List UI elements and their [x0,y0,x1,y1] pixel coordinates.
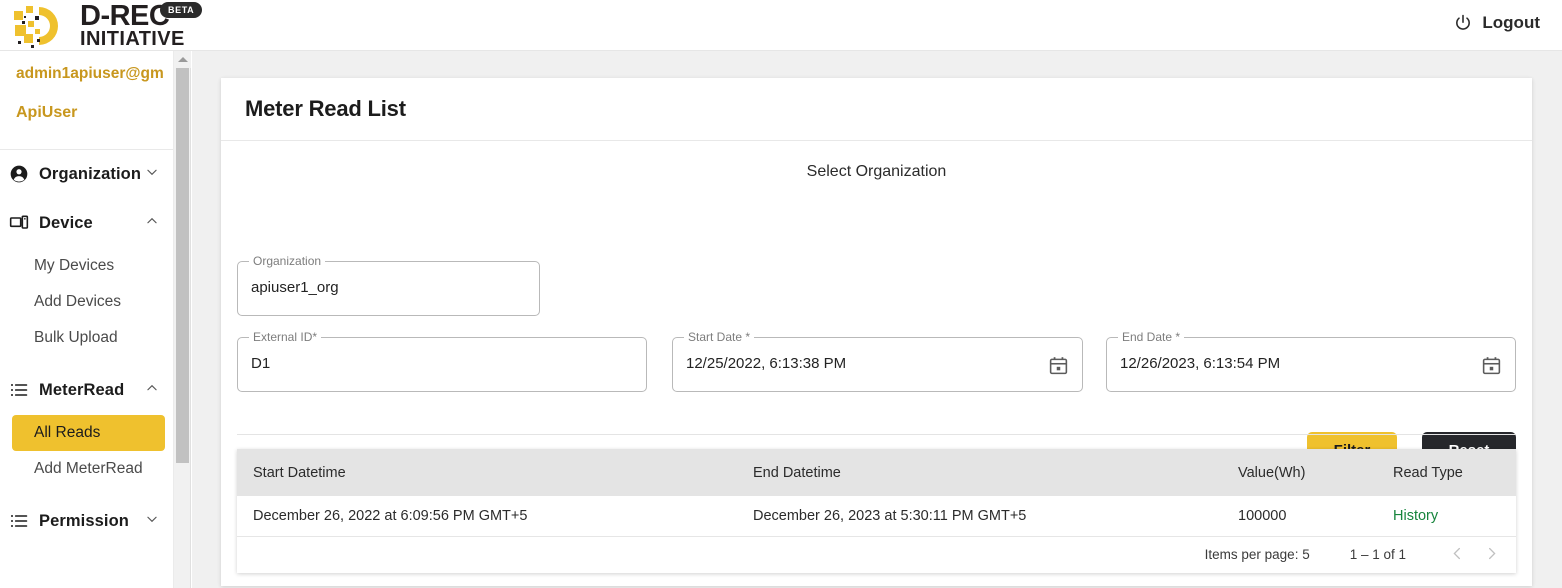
chevron-down-icon [145,512,159,531]
logout-label: Logout [1482,13,1540,32]
external-id-value: D1 [251,355,271,372]
column-header-read-type[interactable]: Read Type [1377,449,1516,496]
user-name: ApiUser [16,103,78,121]
sidebar-group-label-permission: Permission [39,511,129,530]
chevron-down-icon [145,165,159,184]
sidebar-scrollbar[interactable] [174,51,191,588]
next-page-button[interactable] [1474,538,1508,572]
user-email: admin1apiuser@gm [16,65,164,82]
paginator: Items per page: 5 1 – 1 of 1 [1205,536,1508,573]
logout-button[interactable]: Logout [1453,13,1540,33]
triangle-up-icon [177,57,188,62]
drec-logo-icon [12,3,74,49]
account-circle-icon [8,163,30,185]
column-header-end-datetime[interactable]: End Datetime [737,449,1222,496]
organization-field[interactable]: Organization apiuser1_org [237,254,540,316]
start-date-label: Start Date * [684,330,755,344]
beta-badge: BETA [160,2,203,18]
sidebar-group-organization[interactable]: Organization [0,150,173,199]
meter-read-table-card: Start Datetime End Datetime Value(Wh) Re… [237,449,1516,573]
start-date-value: 12/25/2022, 6:13:38 PM [686,355,847,372]
sidebar-group-label-device: Device [39,213,93,232]
end-date-label: End Date * [1118,330,1185,344]
sidebar-item-bulk-upload[interactable]: Bulk Upload [12,320,165,356]
chevron-right-icon [1484,546,1499,564]
chevron-up-icon [145,214,159,233]
brand-logo[interactable]: D-REC INITIATIVE [12,2,185,49]
cell-end-datetime: December 26, 2023 at 5:30:11 PM GMT+5 [737,496,1222,537]
external-id-label: External ID* [249,330,322,344]
chevron-left-icon [1450,546,1465,564]
main-content: Meter Read List Select Organization Orga… [192,51,1562,588]
power-icon [1453,13,1473,33]
brand-name-secondary: INITIATIVE [80,28,185,50]
end-date-value: 12/26/2023, 6:13:54 PM [1120,355,1281,372]
items-per-page-label[interactable]: Items per page: 5 [1205,547,1310,562]
start-date-field[interactable]: Start Date * 12/25/2022, 6:13:38 PM [672,330,1083,392]
sidebar: admin1apiuser@gm ApiUser Organization De… [0,51,174,588]
page-range-label: 1 – 1 of 1 [1349,547,1406,562]
previous-page-button[interactable] [1440,538,1474,572]
sidebar-item-my-devices[interactable]: My Devices [12,248,165,284]
meter-read-table: Start Datetime End Datetime Value(Wh) Re… [237,449,1516,537]
sidebar-item-all-reads[interactable]: All Reads [12,414,165,451]
sidebar-group-meterread[interactable]: MeterRead [0,366,173,415]
list-icon [8,510,30,532]
column-header-start-datetime[interactable]: Start Datetime [237,449,737,496]
cell-read-type: History [1377,496,1516,537]
sidebar-group-label-organization: Organization [39,164,142,183]
organization-value: apiuser1_org [251,279,339,296]
sidebar-item-add-devices[interactable]: Add Devices [12,284,165,320]
sidebar-group-device[interactable]: Device [0,199,173,248]
scrollbar-thumb[interactable] [176,68,189,463]
select-organization-label: Select Organization [806,163,947,180]
sidebar-item-add-meterread[interactable]: Add MeterRead [12,451,165,487]
sidebar-group-label-meterread: MeterRead [39,380,125,399]
organization-label: Organization [249,254,326,268]
sidebar-group-permission[interactable]: Permission [0,497,173,546]
meter-read-card: Meter Read List Select Organization Orga… [221,78,1532,586]
calendar-icon[interactable] [1481,355,1502,376]
list-icon [8,379,30,401]
external-id-field[interactable]: External ID* D1 [237,330,647,392]
calendar-icon[interactable] [1048,355,1069,376]
card-header: Meter Read List [221,78,1532,141]
device-icon [8,212,30,234]
sidebar-user-block: admin1apiuser@gm ApiUser [0,51,173,122]
table-row[interactable]: December 26, 2022 at 6:09:56 PM GMT+5 De… [237,496,1516,537]
top-bar: D-REC INITIATIVE BETA Logout [0,0,1562,51]
scroll-up-button[interactable] [174,51,191,68]
end-date-field[interactable]: End Date * 12/26/2023, 6:13:54 PM [1106,330,1516,392]
chevron-up-icon [145,381,159,400]
column-header-value[interactable]: Value(Wh) [1222,449,1377,496]
cell-value-wh: 100000 [1222,496,1377,537]
table-header-row: Start Datetime End Datetime Value(Wh) Re… [237,449,1516,496]
section-divider [237,434,1516,435]
page-title: Meter Read List [245,96,406,121]
cell-start-datetime: December 26, 2022 at 6:09:56 PM GMT+5 [237,496,737,537]
